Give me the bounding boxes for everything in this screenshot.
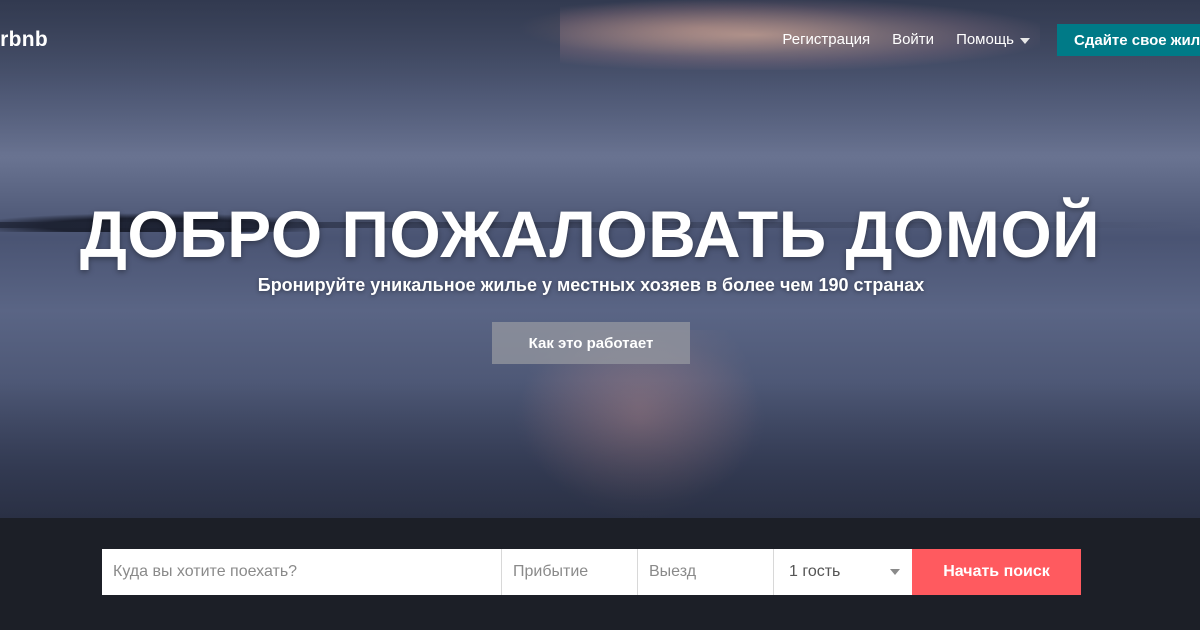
search-bar: 1 гость Начать поиск: [0, 518, 1200, 630]
search-button[interactable]: Начать поиск: [912, 549, 1081, 595]
guests-select[interactable]: 1 гость: [774, 549, 912, 595]
checkin-input[interactable]: [513, 549, 637, 595]
login-link[interactable]: Войти: [892, 31, 934, 48]
search-form: 1 гость Начать поиск: [102, 549, 1081, 595]
checkin-field[interactable]: [502, 549, 638, 595]
destination-input[interactable]: [113, 549, 501, 595]
logo[interactable]: irbnb: [0, 28, 48, 52]
guests-value: 1 гость: [789, 563, 841, 580]
help-label: Помощь: [956, 31, 1014, 48]
host-button[interactable]: Сдайте свое жилье: [1057, 24, 1200, 56]
top-nav: Регистрация Войти Помощь: [782, 31, 1030, 48]
chevron-down-icon: [890, 569, 900, 575]
signup-link[interactable]: Регистрация: [782, 31, 870, 48]
page-title: ДОБРО ПОЖАЛОВАТЬ ДОМОЙ: [79, 197, 1101, 271]
how-it-works-button[interactable]: Как это работает: [492, 322, 690, 364]
chevron-down-icon: [1020, 37, 1030, 44]
checkout-field[interactable]: [638, 549, 774, 595]
checkout-input[interactable]: [649, 549, 773, 595]
hero-subtitle: Бронируйте уникальное жилье у местных хо…: [257, 275, 925, 295]
help-menu[interactable]: Помощь: [956, 31, 1030, 48]
destination-field[interactable]: [102, 549, 502, 595]
